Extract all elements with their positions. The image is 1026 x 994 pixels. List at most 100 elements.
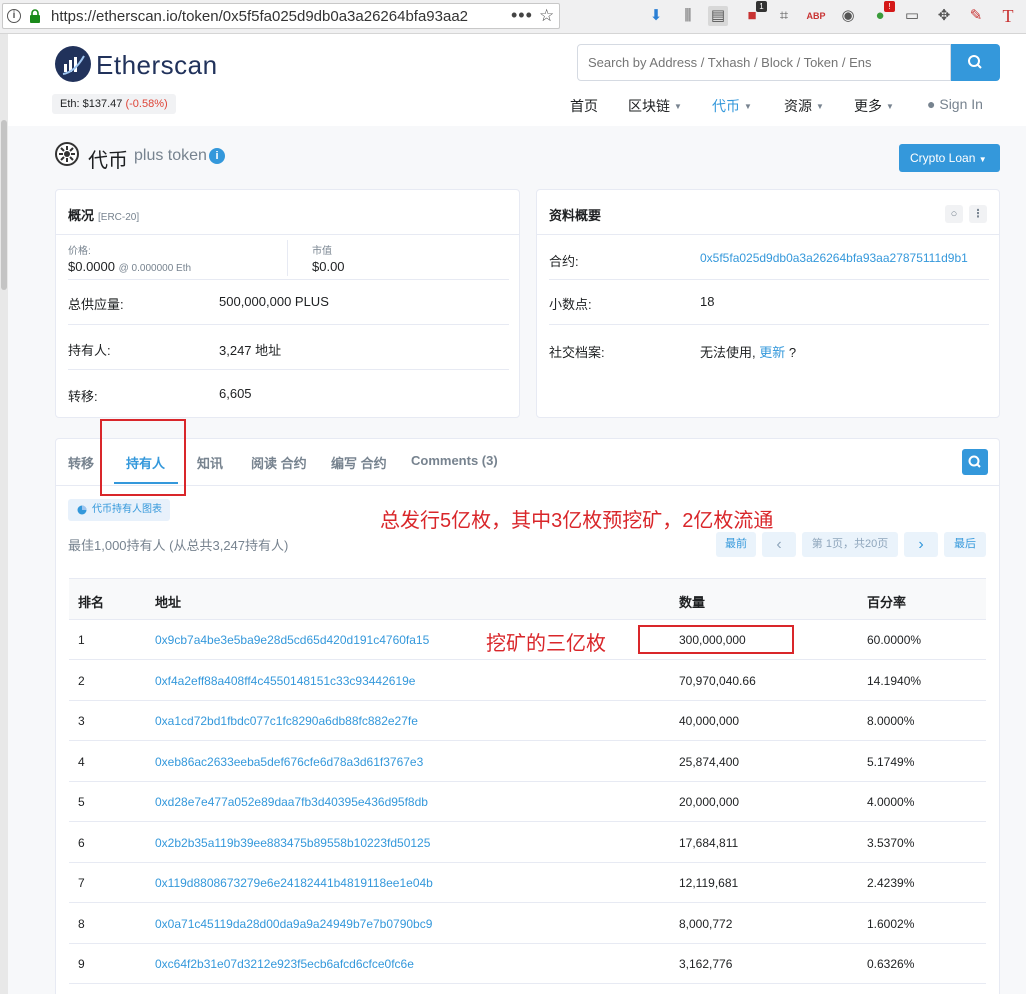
more-icon[interactable]: ••• (511, 5, 533, 26)
divider (68, 324, 509, 325)
library-icon[interactable]: ⫼ (678, 6, 698, 26)
table-row: 5 0xd28e7e477a052e89daa7fb3d40395e436d95f… (69, 782, 986, 822)
search-box[interactable] (577, 44, 951, 81)
address-link[interactable]: 0xf4a2eff88a408ff4c4550148151c33c9344261… (155, 674, 415, 688)
price-eth: @ 0.000000 Eth (118, 263, 192, 274)
scrollbar-thumb[interactable] (1, 120, 7, 290)
pen-icon[interactable]: ✎ (966, 6, 986, 26)
info-icon[interactable]: i (7, 9, 21, 23)
alert-badge: ! (884, 1, 895, 12)
adblock-icon[interactable]: ABP (806, 6, 826, 26)
update-link[interactable]: 更新 (759, 345, 785, 360)
social-profile-label: 社交档案: (549, 345, 605, 360)
address-bar[interactable]: i https://etherscan.io/token/0x5f5fa025d… (2, 3, 560, 29)
crop-icon[interactable]: ⌗ (774, 6, 794, 26)
social-unavailable: 无法使用, (700, 345, 756, 360)
bookmark-star-icon[interactable]: ☆ (539, 6, 554, 26)
annotation-mined-note: 挖矿的三亿枚 (486, 633, 606, 655)
divider (287, 240, 288, 276)
tab-info[interactable]: 知讯 (197, 453, 223, 472)
address-link[interactable]: 0x0a71c45119da28d00da9a9a24949b7e7b0790b… (155, 917, 432, 931)
tab-read-contract[interactable]: 阅读 合约 (251, 453, 307, 472)
price-value: $0.0000 @ 0.000000 Eth (68, 259, 191, 274)
page-title: 代币 (88, 150, 128, 172)
decimals-value: 18 (700, 294, 715, 309)
more-options-icon[interactable]: ⋮ (969, 205, 987, 223)
chevron-down-icon: ▼ (816, 102, 824, 111)
screen-icon[interactable]: ▭ (902, 6, 922, 26)
nav-more-label: 更多 (854, 98, 882, 114)
search-input[interactable] (578, 45, 950, 80)
token-logo-icon (55, 142, 79, 166)
rank-cell: 1 (78, 633, 85, 647)
lock-icon (30, 9, 40, 23)
contract-address-link[interactable]: 0x5f5fa025d9db0a3a26264bfa93aa27875111d9… (700, 251, 968, 265)
divider (549, 324, 989, 325)
refresh-icon[interactable]: ○ (945, 205, 963, 223)
percentage-cell: 1.6002% (867, 917, 915, 931)
tab-comments[interactable]: Comments (3) (411, 453, 498, 468)
scrollbar[interactable] (0, 34, 8, 994)
nav-blockchain[interactable]: 区块链 ▼ (628, 96, 682, 116)
nav-blockchain-label: 区块链 (628, 98, 670, 114)
address-link[interactable]: 0xeb86ac2633eeba5def676cfe6d78a3d61f3767… (155, 755, 423, 769)
eth-price-value: Eth: $137.47 (60, 98, 123, 110)
address-link[interactable]: 0x9cb7a4be3e5ba9e28d5cd65d420d191c4760fa… (155, 633, 429, 647)
nav-tokens[interactable]: 代币 ▼ (712, 96, 752, 116)
user-icon: ● (927, 96, 936, 112)
quantity-cell: 40,000,000 (679, 714, 740, 728)
pager-status: 第 1页，共20页 (802, 532, 898, 557)
chevron-down-icon: ▼ (978, 155, 987, 164)
percentage-cell: 14.1940% (867, 674, 922, 688)
crypto-loan-button[interactable]: Crypto Loan ▼ (899, 144, 1000, 172)
token-name: plus token (134, 147, 207, 164)
rank-cell: 5 (78, 795, 85, 809)
pager-prev-button[interactable]: ‹ (762, 532, 796, 557)
pager-next-button[interactable]: › (904, 532, 938, 557)
sidebar-icon[interactable]: ▤ (708, 6, 728, 26)
move-icon[interactable]: ✥ (934, 6, 954, 26)
quantity-cell: 12,119,681 (679, 876, 739, 890)
nav-more[interactable]: 更多 ▼ (854, 96, 894, 116)
holders-chart-button[interactable]: 代币持有人图表 (68, 499, 170, 521)
search-button[interactable] (951, 44, 1000, 81)
address-link[interactable]: 0x119d8808673279e6e24182441b4819118ee1e0… (155, 876, 433, 890)
address-link[interactable]: 0x2b2b35a119b39ee883475b89558b10223fd501… (155, 836, 430, 850)
address-link[interactable]: 0xc64f2b31e07d3212e923f5ecb6afcd6cfce0fc… (155, 957, 414, 971)
price-usd: $0.0000 (68, 259, 115, 274)
market-cap-label: 市值 (312, 246, 332, 257)
overview-title: 概况 [ERC-20] (68, 205, 139, 224)
etherscan-logo-icon[interactable] (55, 46, 91, 82)
percentage-cell: 60.0000% (867, 633, 922, 647)
download-icon[interactable]: ⬇ (646, 6, 666, 26)
tab-write-contract[interactable]: 编写 合约 (331, 453, 387, 472)
rank-cell: 3 (78, 714, 85, 728)
pager-first-button[interactable]: 最前 (716, 532, 756, 557)
percentage-cell: 3.5370% (867, 836, 915, 850)
percentage-cell: 5.1749% (867, 755, 915, 769)
filter-search-button[interactable] (962, 449, 988, 475)
quantity-cell: 20,000,000 (679, 795, 740, 809)
pager-last-button[interactable]: 最后 (944, 532, 986, 557)
address-link[interactable]: 0xa1cd72bd1fbdc077c1fc8290a6db88fc882e27… (155, 714, 418, 728)
site-header: Etherscan Eth: $137.47 (-0.58%) 首页 区块链▼ … (8, 34, 1026, 126)
sign-in-link[interactable]: ● Sign In (927, 96, 983, 112)
info-icon[interactable]: i (209, 148, 225, 164)
overview-card: 概况 [ERC-20] 价格: $0.0000 @ 0.000000 Eth 市值… (55, 189, 520, 418)
column-quantity: 数量 (679, 595, 706, 610)
address-link[interactable]: 0xd28e7e477a052e89daa7fb3d40395e436d95f8… (155, 795, 428, 809)
nav-resources[interactable]: 资源 ▼ (784, 96, 824, 116)
profile-title: 资料概要 (549, 208, 602, 223)
extension-badge: 1 (756, 1, 767, 12)
rank-cell: 6 (78, 836, 85, 850)
eth-price-change: (-0.58%) (125, 98, 168, 110)
logo-text[interactable]: Etherscan (96, 50, 218, 81)
nav-home[interactable]: 首页 (570, 96, 598, 116)
sign-in-label: Sign In (939, 96, 983, 112)
circle-extension-icon[interactable]: ◉ (838, 6, 858, 26)
tabs-divider (56, 485, 999, 486)
nav-home-label: 首页 (570, 98, 598, 114)
tab-transfers[interactable]: 转移 (68, 453, 94, 472)
table-header (69, 578, 986, 620)
text-tool-icon[interactable]: T (998, 6, 1018, 26)
